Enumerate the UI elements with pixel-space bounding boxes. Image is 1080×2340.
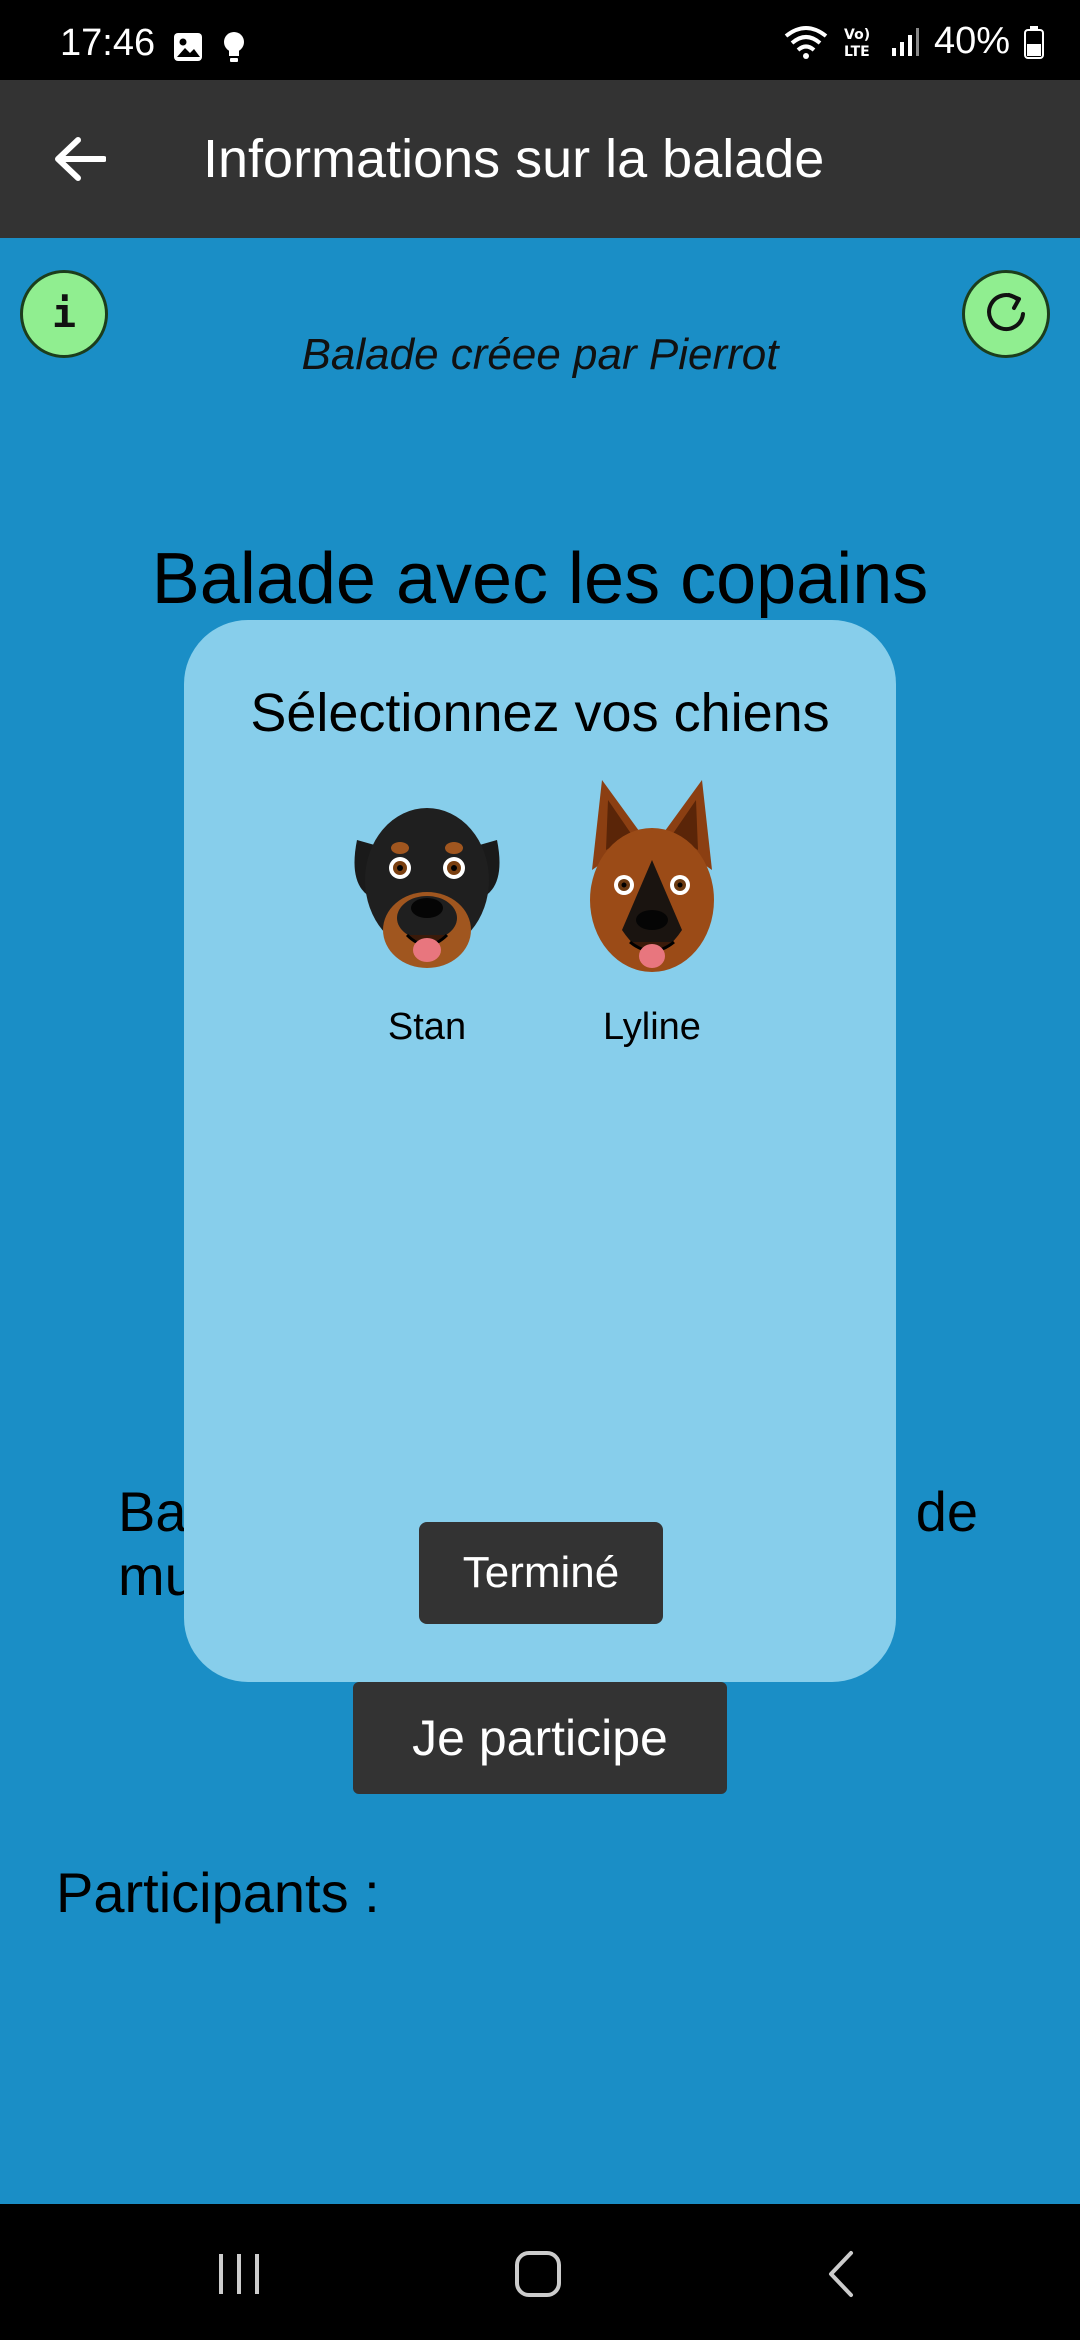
navigation-bar [0,2204,1080,2340]
participants-label: Participants : [56,1861,380,1924]
created-by-text: Balade créee par Pierrot [301,330,779,379]
page-title: Informations sur la balade [203,129,825,189]
german-shepherd-icon [590,780,714,972]
battery-percentage: 40% [933,20,1010,62]
description-fragment-right: de [915,1480,978,1543]
svg-text:Vo): Vo) [844,27,870,43]
dog-name: Stan [387,1006,467,1048]
description-fragment-left: Ba [118,1480,187,1543]
app-bar: Informations sur la balade [0,80,1080,238]
dialog-title: Sélectionnez vos chiens [250,683,830,743]
select-dogs-dialog: Sélectionnez vos chiens Stan Lyline Term… [184,620,896,1682]
done-button[interactable]: Terminé [419,1522,663,1624]
battery-icon [1024,25,1044,59]
status-left-icons [172,30,246,64]
status-right-icons: Vo) LTE 40% [784,20,1044,63]
recents-button[interactable] [210,2244,270,2304]
arrow-left-icon [55,137,106,181]
walk-title: Balade avec les copains [151,539,929,619]
chevron-left-icon [829,2251,853,2297]
status-bar: 17:46 Vo) LTE 40% [0,0,1080,80]
home-icon [515,2251,561,2297]
home-button[interactable] [508,2244,568,2304]
dog-option-stan[interactable]: Stan [337,780,517,1049]
recents-icon [219,2254,259,2294]
rottweiler-icon [354,808,500,968]
svg-text:LTE: LTE [844,44,870,60]
status-time: 17:46 [60,22,156,64]
join-button[interactable]: Je participe [353,1682,727,1794]
bulb-icon [224,32,244,62]
back-button[interactable] [40,114,120,204]
signal-icon [891,27,919,56]
volte-icon: Vo) LTE [844,27,870,60]
system-back-button[interactable] [810,2244,870,2304]
dog-option-lyline[interactable]: Lyline [562,780,742,1049]
wifi-icon [784,25,828,59]
dog-name: Lyline [603,1006,701,1048]
image-icon [174,33,202,61]
